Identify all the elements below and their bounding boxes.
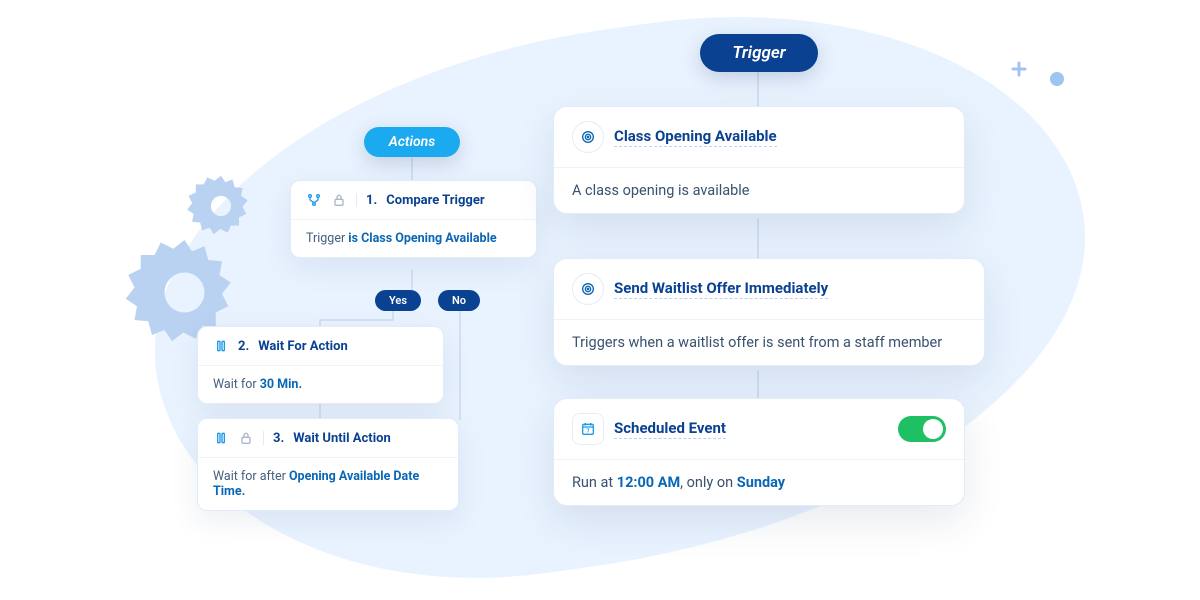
calendar-icon: 7	[572, 413, 604, 445]
card-title: Compare Trigger	[386, 193, 484, 208]
no-chip: No	[438, 290, 480, 311]
wait-for-card[interactable]: 2. Wait For Action Wait for 30 Min.	[197, 326, 444, 404]
scheduled-card[interactable]: 7 Scheduled Event Run at 12:00 AM, only …	[553, 398, 965, 506]
card-index: 3.	[273, 431, 284, 446]
card-title: Scheduled Event	[614, 419, 726, 439]
compare-trigger-card[interactable]: 1. Compare Trigger Trigger is Class Open…	[290, 180, 537, 258]
enabled-toggle[interactable]	[898, 416, 946, 442]
branch-icon	[306, 192, 322, 208]
pause-icon	[213, 430, 229, 446]
card-title: Class Opening Available	[614, 127, 777, 147]
trigger-pill: Trigger	[700, 34, 818, 72]
card-body: Trigger is Class Opening Available	[291, 219, 536, 257]
actions-pill: Actions	[364, 127, 460, 157]
card-body: Triggers when a waitlist offer is sent f…	[554, 319, 984, 365]
card-body: A class opening is available	[554, 167, 964, 213]
card-title: Wait For Action	[258, 339, 348, 354]
plus-icon	[1010, 60, 1028, 82]
lock-icon	[331, 192, 347, 208]
yes-chip: Yes	[375, 290, 421, 311]
card-index: 2.	[238, 339, 249, 354]
card-title: Wait Until Action	[293, 431, 391, 446]
svg-text:7: 7	[586, 428, 589, 434]
target-icon	[572, 121, 604, 153]
lock-icon	[238, 430, 254, 446]
class-opening-card[interactable]: Class Opening Available A class opening …	[553, 106, 965, 214]
card-body: Wait for after Opening Available Date Ti…	[198, 457, 458, 510]
card-body: Wait for 30 Min.	[198, 365, 443, 403]
card-title: Send Waitlist Offer Immediately	[614, 279, 828, 299]
pause-icon	[213, 338, 229, 354]
dot-icon	[1050, 72, 1064, 86]
target-icon	[572, 273, 604, 305]
card-index: 1.	[366, 193, 377, 208]
gear-icon	[185, 170, 257, 242]
card-body: Run at 12:00 AM, only on Sunday	[554, 459, 964, 505]
wait-until-card[interactable]: 3. Wait Until Action Wait for after Open…	[197, 418, 459, 511]
waitlist-card[interactable]: Send Waitlist Offer Immediately Triggers…	[553, 258, 985, 366]
